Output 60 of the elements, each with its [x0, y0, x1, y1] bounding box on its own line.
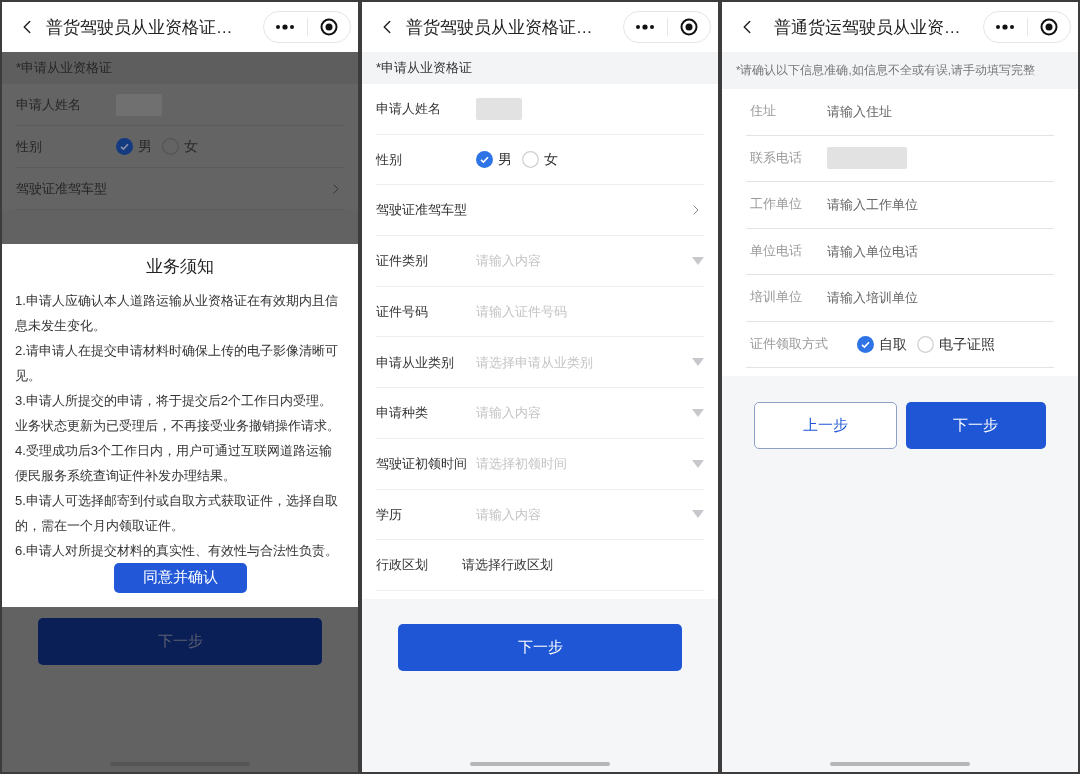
more-icon[interactable] — [275, 24, 296, 30]
field-label: 工作单位 — [750, 196, 803, 214]
target-icon[interactable] — [1039, 18, 1058, 36]
input-field[interactable]: 请输入单位电话 — [827, 241, 1054, 261]
radio-label: 男 — [138, 137, 152, 156]
dropdown-triangle-icon — [692, 510, 704, 519]
notice-paragraph: 4.受理成功后3个工作日内，用户可通过互联网道路运输便民服务系统查询证件补发办理结果。 — [15, 441, 334, 485]
field-label: 申请从业类别 — [376, 353, 455, 372]
more-icon[interactable] — [635, 24, 656, 30]
field-label: 性别 — [16, 137, 43, 156]
step-button[interactable]: 下一步 — [905, 402, 1046, 449]
field-label: 申请人姓名 — [16, 95, 82, 114]
radio-checked-icon[interactable] — [116, 138, 133, 155]
field-label: 证件领取方式 — [750, 335, 829, 353]
field-label: 行政区划 — [376, 556, 429, 575]
radio-label: 女 — [184, 137, 198, 156]
confirm-button[interactable]: 同意并确认 — [113, 562, 247, 593]
notice-paragraph: 1.申请人应确认本人道路运输从业资格证在有效期内且信息未发生变化。 — [15, 291, 339, 335]
blurred-value — [476, 97, 522, 120]
field-label: 驾驶证初领时间 — [376, 454, 468, 473]
more-icon[interactable] — [995, 24, 1016, 30]
window-title: 普货驾驶员从业资格证… — [46, 16, 234, 38]
target-icon[interactable] — [679, 18, 698, 36]
input-field[interactable]: 请输入培训单位 — [827, 288, 1054, 308]
field-label: 申请人姓名 — [376, 100, 442, 119]
dropdown-triangle-icon — [692, 256, 704, 265]
target-icon[interactable] — [319, 18, 338, 36]
radio-label: 自取 — [879, 334, 907, 354]
field-label: 证件类别 — [376, 252, 429, 271]
field-label: 申请种类 — [376, 404, 429, 423]
field-label: 学历 — [376, 505, 403, 524]
field-label: 驾驶证准驾车型 — [376, 201, 468, 220]
dropdown-triangle-icon — [692, 408, 704, 417]
radio-checked-icon[interactable] — [476, 151, 493, 169]
notice-paragraph: 6.申请人对所提交材料的真实性、有效性与合法性负责。 — [15, 541, 339, 560]
window-title: 普货驾驶员从业资格证… — [406, 16, 594, 38]
step-button[interactable]: 下一步 — [398, 623, 682, 671]
field-label: 培训单位 — [750, 289, 803, 307]
input-field[interactable]: 请输入住址 — [827, 102, 1054, 122]
notice-paragraph: 5.申请人可选择邮寄到付或自取方式获取证件，选择自取的，需在一个月内领取证件。 — [15, 491, 339, 535]
notice-paragraph: 2.请申请人在提交申请材料时确保上传的电子影像清晰可见。 — [15, 341, 339, 385]
radio-label: 女 — [544, 150, 558, 170]
input-field[interactable]: 请输入工作单位 — [827, 195, 1054, 215]
field-label: 性别 — [376, 150, 403, 169]
field-label: 联系电话 — [750, 149, 803, 167]
radio-label: 电子证照 — [939, 334, 995, 354]
field-label: 证件号码 — [376, 302, 429, 321]
step-button[interactable]: 下一步 — [38, 618, 322, 665]
radio-label: 男 — [498, 150, 512, 170]
radio-checked-icon[interactable] — [857, 335, 874, 353]
dropdown-triangle-icon — [692, 358, 704, 367]
field-label: 住址 — [750, 103, 777, 121]
window-title: 普通货运驾驶员从业资… — [774, 16, 962, 38]
picker-field[interactable]: 请选择行政区划 — [462, 555, 553, 575]
notice-paragraph: 3.申请人所提交的申请，将于提交后2个工作日内受理。业务状态更新为已受理后，不再接受业务撤销操作请求。 — [15, 391, 341, 435]
dropdown-triangle-icon — [692, 459, 704, 468]
step-button[interactable]: 上一步 — [754, 402, 897, 449]
dialog-title: 业务须知 — [146, 256, 214, 278]
field-label: 单位电话 — [750, 242, 803, 260]
field-label: 驾驶证准驾车型 — [16, 179, 108, 198]
